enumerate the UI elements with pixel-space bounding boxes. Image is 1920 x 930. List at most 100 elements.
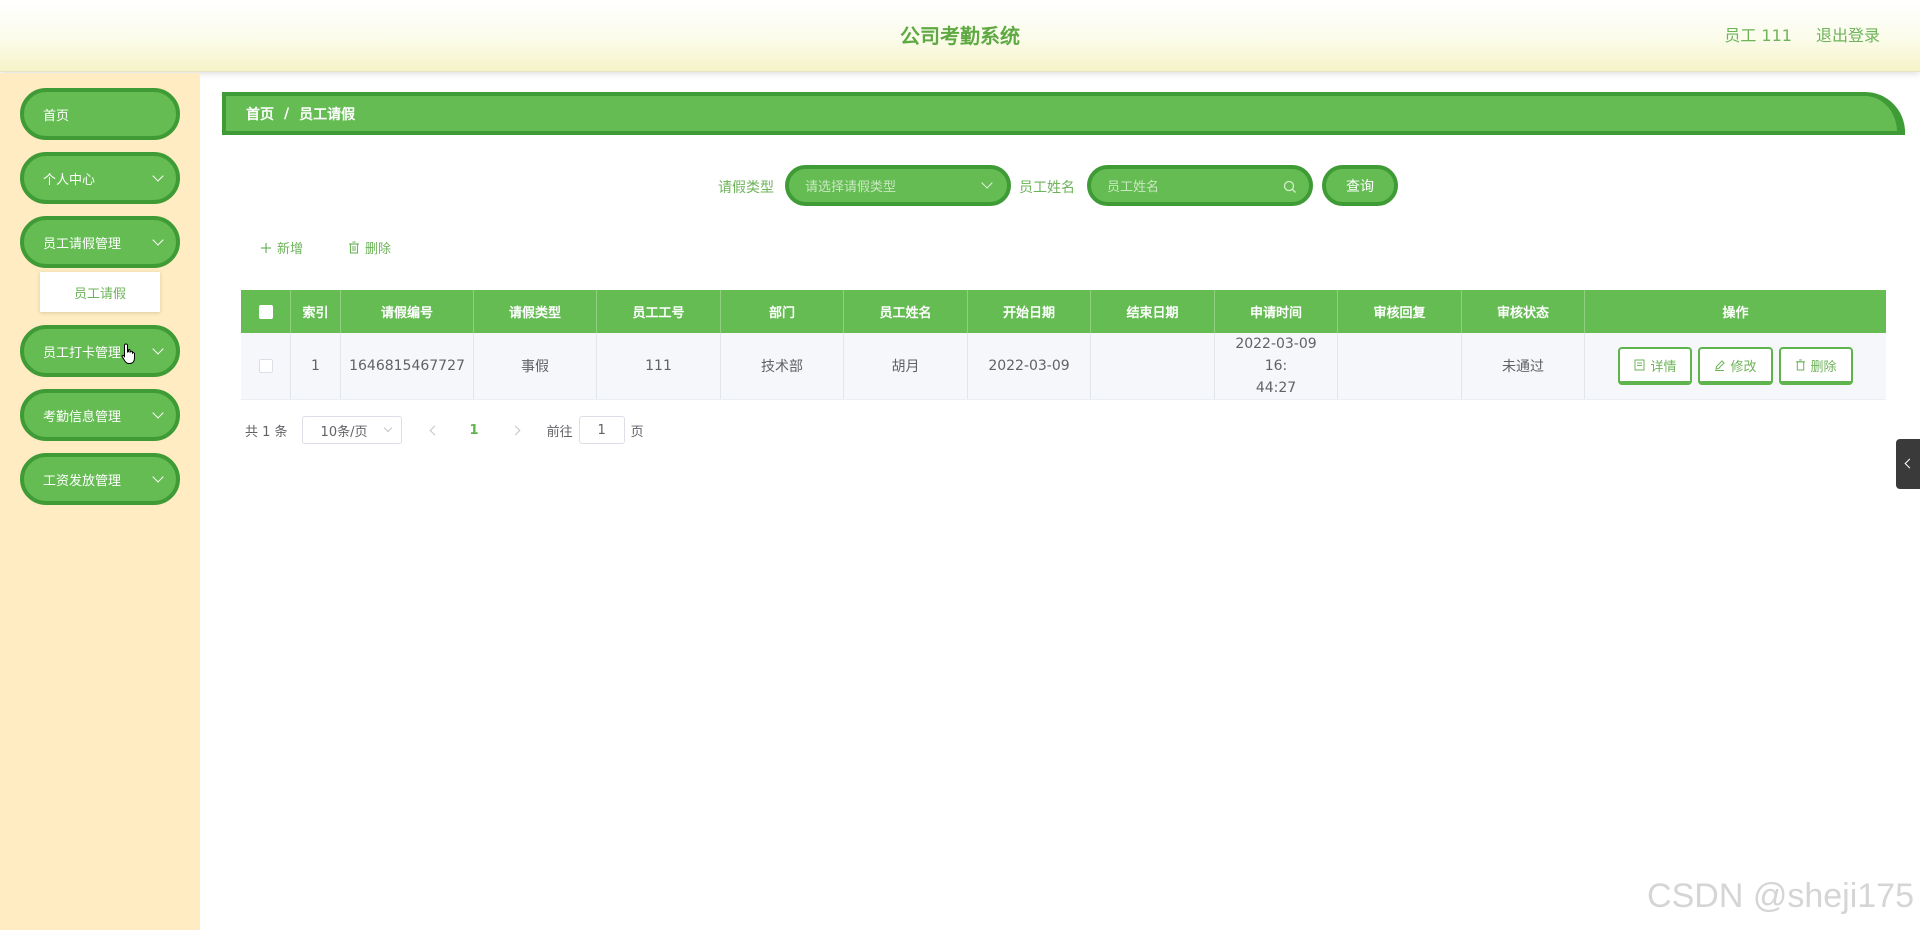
chevron-down-icon — [152, 471, 164, 483]
page-number-current[interactable]: 1 — [470, 423, 479, 438]
detail-button-label: 详情 — [1650, 359, 1677, 375]
goto-page-value: 1 — [597, 422, 606, 438]
column-header: 审核回复 — [1338, 290, 1462, 333]
breadcrumb-current: 员工请假 — [299, 106, 356, 123]
cell-index: 1 — [291, 333, 341, 399]
column-header: 请假编号 — [341, 290, 474, 333]
select-all-checkbox[interactable] — [258, 304, 273, 319]
pagination-total: 共 1 条 — [245, 424, 288, 440]
document-icon — [1634, 359, 1645, 371]
sidebar-item-label: 考勤信息管理 — [43, 409, 122, 425]
batch-delete-label: 删除 — [365, 242, 392, 257]
sidebar-item-attendance-management[interactable]: 考勤信息管理 — [20, 389, 180, 441]
add-button-label: 新增 — [277, 242, 304, 257]
sidebar-item-label: 首页 — [43, 108, 70, 124]
leave-type-placeholder: 请选择请假类型 — [805, 180, 897, 195]
pencil-icon — [1715, 360, 1726, 371]
goto-page-input[interactable]: 1 — [578, 416, 625, 444]
trash-icon — [1795, 359, 1805, 371]
column-header: 开始日期 — [968, 290, 1091, 333]
goto-suffix: 页 — [630, 424, 644, 440]
watermark: CSDN @sheji175 — [1647, 877, 1914, 915]
cell-operations: 详情 修改 删除 — [1585, 333, 1886, 399]
prev-page-icon[interactable] — [424, 420, 444, 440]
sidebar-item-leave-management[interactable]: 员工请假管理 — [20, 216, 180, 268]
row-select-cell[interactable] — [241, 333, 291, 399]
sidebar-subitem-employee-leave[interactable]: 员工请假 — [40, 272, 160, 312]
leave-type-select[interactable]: 请选择请假类型 — [785, 165, 1011, 206]
add-button[interactable]: 新增 — [260, 238, 303, 257]
row-delete-button[interactable]: 删除 — [1778, 347, 1853, 385]
collapse-panel-handle[interactable] — [1896, 439, 1920, 489]
sidebar-item-label: 工资发放管理 — [43, 473, 122, 489]
chevron-down-icon — [152, 343, 164, 355]
plus-icon — [261, 242, 271, 253]
sidebar-item-label: 员工请假管理 — [43, 236, 122, 252]
column-header: 申请时间 — [1215, 290, 1338, 333]
apply-time-line: 44:27 — [1255, 380, 1297, 396]
row-delete-label: 删除 — [1810, 359, 1837, 375]
breadcrumb-separator: / — [284, 105, 290, 122]
trash-icon — [349, 241, 359, 254]
header-user-area: 员工 111 退出登录 — [1724, 22, 1880, 46]
chevron-down-icon — [981, 177, 993, 189]
detail-button[interactable]: 详情 — [1618, 347, 1693, 385]
cell-start-date: 2022-03-09 — [968, 333, 1091, 399]
column-header: 员工工号 — [597, 290, 721, 333]
cell-dept: 技术部 — [721, 333, 844, 399]
employee-name-label: 员工姓名 — [1019, 180, 1075, 196]
logout-link[interactable]: 退出登录 — [1816, 22, 1880, 46]
cell-status: 未通过 — [1462, 333, 1585, 399]
query-button-label: 查询 — [1346, 178, 1374, 195]
column-header: 操作 — [1722, 306, 1749, 321]
top-header: 公司考勤系统 员工 111 退出登录 — [0, 0, 1920, 72]
sidebar-item-salary-management[interactable]: 工资发放管理 — [20, 453, 180, 505]
column-header: 索引 — [291, 290, 341, 333]
batch-delete-button[interactable]: 删除 — [348, 238, 391, 257]
table-header: 索引 请假编号 请假类型 员工工号 部门 员工姓名 开始日期 结束日期 申请时间… — [241, 290, 1886, 333]
chevron-down-icon — [383, 423, 392, 433]
cell-reply — [1338, 333, 1462, 399]
app-title: 公司考勤系统 — [900, 24, 1020, 48]
sidebar-item-label: 员工打卡管理 — [43, 345, 122, 361]
cell-emp-no: 111 — [597, 333, 721, 399]
sidebar-item-home[interactable]: 首页 — [20, 88, 180, 140]
chevron-down-icon — [152, 234, 164, 246]
breadcrumb: 首页 / 员工请假 — [222, 92, 1905, 135]
query-button[interactable]: 查询 — [1322, 165, 1398, 206]
next-page-icon[interactable] — [505, 420, 525, 440]
cell-leave-no: 1646815467727 — [341, 333, 474, 399]
employee-name-input[interactable]: 员工姓名 — [1087, 165, 1313, 206]
table-row: 1 1646815467727 事假 111 技术部 胡月 2022-03-09… — [241, 333, 1886, 400]
chevron-down-icon — [152, 407, 164, 419]
edit-button-label: 修改 — [1730, 359, 1757, 375]
sidebar: 首页 个人中心 员工请假管理 员工请假 员工打卡管理 考勤信息管理 工资发放管理 — [0, 73, 200, 930]
column-header: 请假类型 — [474, 290, 597, 333]
edit-button[interactable]: 修改 — [1698, 347, 1773, 385]
leave-type-label: 请假类型 — [718, 180, 774, 196]
sidebar-item-personal-center[interactable]: 个人中心 — [20, 152, 180, 204]
sidebar-item-clock-in-management[interactable]: 员工打卡管理 — [20, 325, 180, 377]
cell-leave-type: 事假 — [474, 333, 597, 399]
goto-prefix: 前往 — [546, 424, 573, 440]
page-size-value: 10条/页 — [320, 424, 368, 440]
search-icon — [1283, 180, 1296, 193]
apply-time-line: 2022-03-09 16: — [1235, 336, 1317, 374]
cell-apply-time: 2022-03-09 16: 44:27 — [1215, 333, 1338, 399]
header-select-all[interactable] — [241, 290, 291, 333]
cell-emp-name: 胡月 — [844, 333, 968, 399]
column-header: 审核状态 — [1462, 290, 1585, 333]
cell-end-date — [1091, 333, 1215, 399]
column-header: 结束日期 — [1091, 290, 1215, 333]
page-size-select[interactable]: 10条/页 — [301, 416, 402, 444]
column-header: 员工姓名 — [844, 290, 968, 333]
pagination: 共 1 条 10条/页 1 前往 1 页 — [245, 416, 644, 444]
hand-cursor-icon — [121, 343, 135, 364]
sidebar-subitem-label: 员工请假 — [73, 286, 126, 302]
leave-table: 索引 请假编号 请假类型 员工工号 部门 员工姓名 开始日期 结束日期 申请时间… — [241, 290, 1886, 400]
breadcrumb-home[interactable]: 首页 — [246, 104, 274, 124]
current-user-label: 员工 111 — [1724, 26, 1792, 45]
sidebar-item-label: 个人中心 — [43, 172, 96, 188]
row-checkbox[interactable] — [258, 359, 273, 373]
employee-name-placeholder: 员工姓名 — [1107, 180, 1160, 195]
